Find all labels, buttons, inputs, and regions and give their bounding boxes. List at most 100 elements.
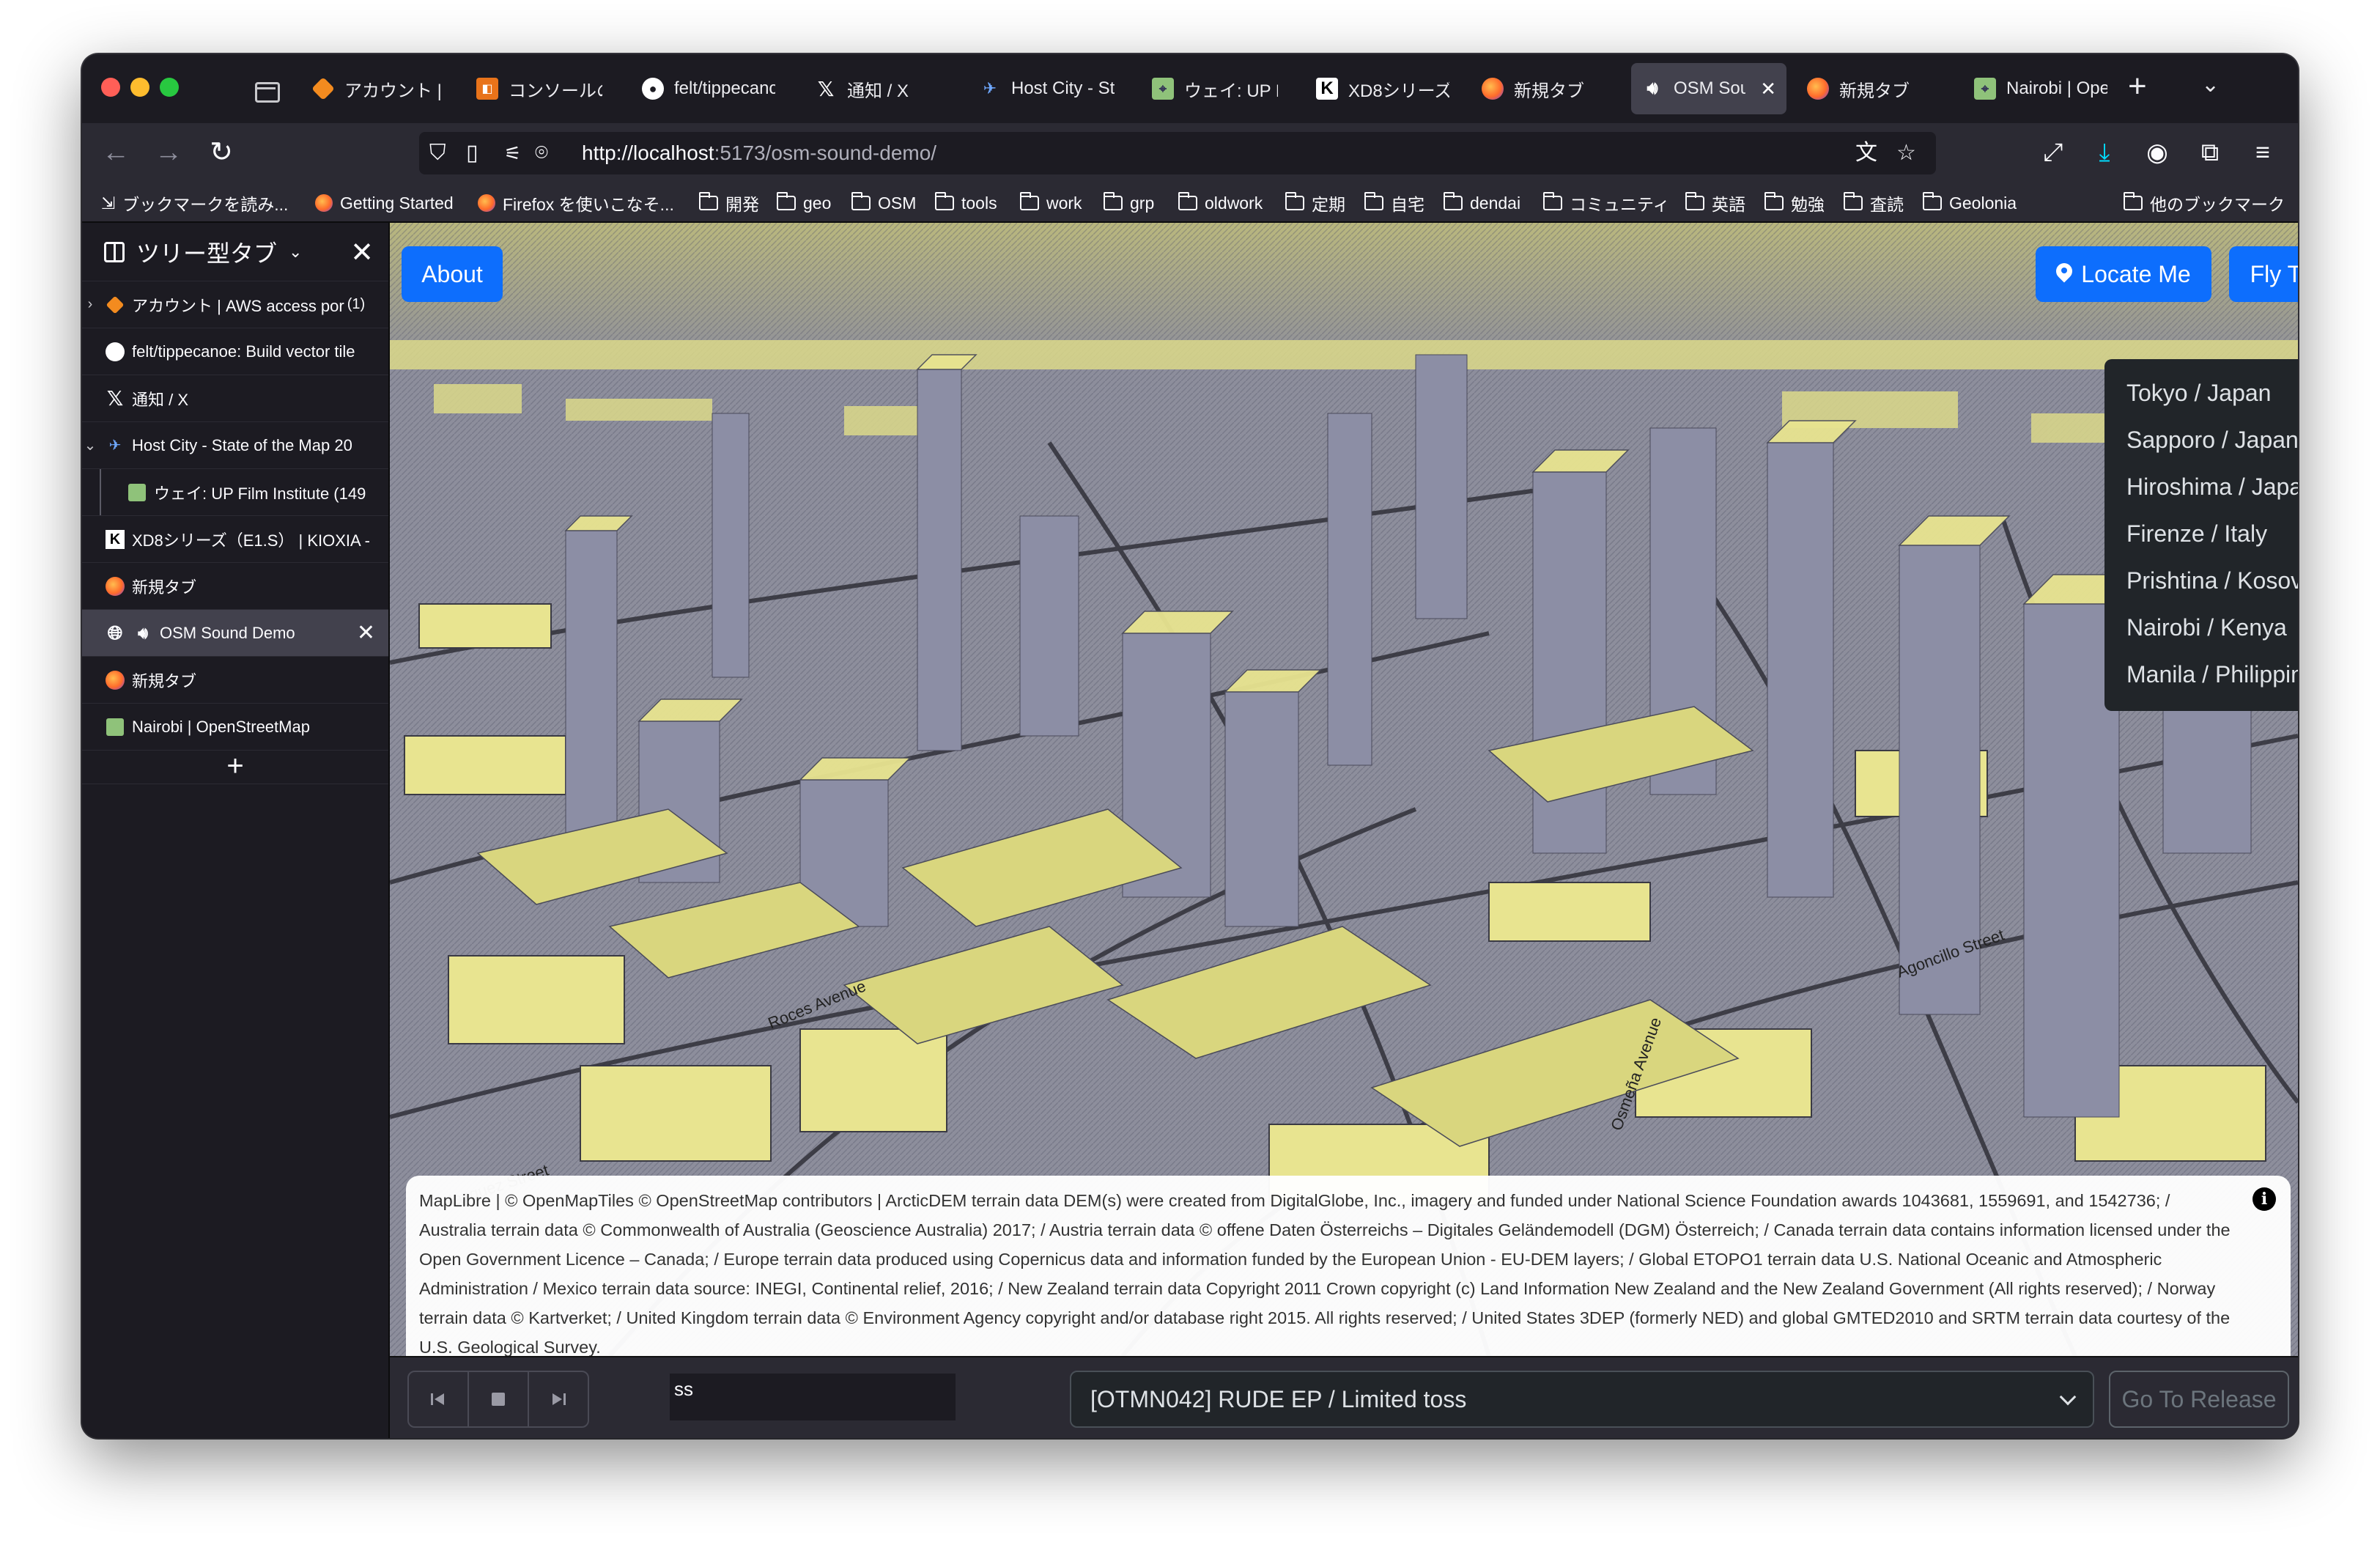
osm-icon: ⌖	[1152, 78, 1174, 100]
info-icon[interactable]: i	[2252, 1187, 2276, 1211]
release-select[interactable]: [OTMN042] RUDE EP / Limited toss	[1070, 1371, 2094, 1428]
browser-tab[interactable]: K XD8シリーズ	[1306, 63, 1460, 114]
bookmark-folder[interactable]: grp	[1103, 191, 1154, 215]
fly-to-dropdown-button[interactable]: Fly To	[2229, 246, 2298, 302]
firefox-icon	[1807, 78, 1829, 100]
bookmark-item[interactable]: ⇲ ブックマークを読み...	[101, 191, 288, 215]
fly-to-option[interactable]: Firenze / Italy	[2104, 510, 2298, 557]
speaker-icon[interactable]: 🔊︎	[132, 622, 154, 644]
tree-tab-item[interactable]: 新規タブ	[82, 657, 388, 704]
tree-tab-item[interactable]: Nairobi | OpenStreetMap	[82, 704, 388, 751]
sidebar-header[interactable]: ツリー型タブ ⌄ ✕	[82, 223, 388, 281]
bookmark-folder[interactable]: 自宅	[1364, 191, 1424, 215]
tree-tab-item[interactable]: ⌄ ✈ Host City - State of the Map 20	[82, 422, 388, 469]
reload-icon[interactable]: ↻	[204, 135, 239, 170]
back-arrow-icon[interactable]: ←	[98, 135, 133, 170]
page-icon[interactable]: ▯	[466, 139, 478, 167]
fly-to-option[interactable]: Prishtina / Kosovo	[2104, 557, 2298, 604]
folder-icon	[1103, 192, 1123, 210]
map-canvas[interactable]: Velasquez Street Osmeña Avenue Agoncillo…	[390, 223, 2298, 1356]
release-select-value: [OTMN042] RUDE EP / Limited toss	[1090, 1386, 1467, 1412]
url-bar[interactable]: ⛉ ▯ ⚟ ⌾ http://localhost:5173/osm-sound-…	[419, 132, 1936, 174]
url-text[interactable]: http://localhost:5173/osm-sound-demo/	[582, 141, 936, 166]
tree-tab-item[interactable]: K XD8シリーズ（E1.S） | KIOXIA -	[82, 516, 388, 563]
bookmark-item[interactable]: Firefox を使いこなそ...	[478, 191, 674, 215]
bookmark-folder[interactable]: 他のブックマーク	[2123, 191, 2285, 215]
browser-tab[interactable]: アカウント | A	[302, 63, 456, 114]
browser-tab[interactable]: 新規タブ	[1471, 63, 1618, 114]
locate-me-button[interactable]: Locate Me	[2036, 246, 2211, 302]
chevron-right-icon[interactable]: ›	[82, 296, 98, 313]
bookmark-folder[interactable]: Geolonia	[1922, 191, 2017, 215]
bookmark-folder[interactable]: 勉強	[1764, 191, 1825, 215]
browser-tab[interactable]: ⌖ Nairobi | Ope	[1964, 63, 2118, 114]
shield-icon[interactable]: ⛉	[429, 139, 446, 167]
bookmark-folder[interactable]: geo	[776, 191, 831, 215]
folder-icon	[1843, 192, 1863, 210]
fly-to-option[interactable]: Hiroshima / Japan	[2104, 463, 2298, 510]
fly-to-option[interactable]: Manila / Philippines	[2104, 651, 2298, 698]
bookmark-folder[interactable]: oldwork	[1178, 191, 1263, 215]
account-avatar-icon[interactable]: ◉	[2140, 135, 2175, 170]
location-pin-icon	[2056, 263, 2072, 285]
browser-tab[interactable]: ◧ コンソールの	[466, 63, 613, 114]
menu-icon[interactable]: ≡	[2245, 135, 2280, 170]
download-icon[interactable]: ⤓	[2087, 135, 2122, 170]
fullscreen-icon[interactable]: ⤢	[2036, 135, 2071, 170]
fly-to-option[interactable]: Tokyo / Japan	[2104, 369, 2298, 416]
bookmark-folder[interactable]: dendai	[1443, 191, 1520, 215]
tree-tabs-sidebar: ツリー型タブ ⌄ ✕ › アカウント | AWS access por (1) …	[82, 223, 390, 1438]
translate-icon[interactable]: 文	[1855, 139, 1877, 167]
bookmark-folder[interactable]: コミュニティ	[1542, 191, 1670, 215]
browser-tab-active[interactable]: 🔊︎ OSM Sour ✕	[1631, 63, 1786, 114]
minimize-window-button[interactable]	[130, 78, 149, 97]
sidebar-icon	[104, 241, 125, 262]
close-window-button[interactable]	[101, 78, 120, 97]
tab-overview-icon[interactable]	[251, 75, 280, 104]
chevron-down-icon[interactable]: ⌄	[289, 243, 302, 262]
close-tab-icon[interactable]: ✕	[357, 620, 375, 646]
bookmark-folder[interactable]: 定期	[1285, 191, 1345, 215]
new-tab-icon[interactable]: +	[2128, 70, 2147, 103]
go-to-release-button[interactable]: Go To Release	[2109, 1371, 2289, 1428]
location-pin-icon[interactable]: ⌾	[535, 139, 548, 167]
firefox-icon	[478, 194, 495, 212]
zoom-window-button[interactable]	[160, 78, 179, 97]
tree-tab-item[interactable]: felt/tippecanoe: Build vector tile	[82, 328, 388, 375]
stop-button[interactable]	[468, 1371, 529, 1428]
tree-tab-item-active[interactable]: 🌐︎ 🔊︎ OSM Sound Demo ✕	[82, 610, 388, 657]
permissions-icon[interactable]: ⚟	[504, 139, 521, 167]
bookmark-folder[interactable]: 開発	[698, 191, 759, 215]
bookmark-folder[interactable]: 英語	[1685, 191, 1745, 215]
browser-tab[interactable]: 新規タブ	[1797, 63, 1951, 114]
tree-tab-item[interactable]: › アカウント | AWS access por (1)	[82, 281, 388, 328]
tree-tab-item[interactable]: 𝕏 通知 / X	[82, 375, 388, 422]
next-button[interactable]	[528, 1371, 589, 1428]
chevron-down-icon[interactable]: ⌄	[82, 436, 98, 454]
tree-tab-item[interactable]: ウェイ: UP Film Institute (149	[82, 469, 388, 516]
bookmark-folder[interactable]: OSM	[851, 191, 916, 215]
browser-tab[interactable]: ✈ Host City - St	[969, 63, 1130, 114]
previous-button[interactable]	[407, 1371, 469, 1428]
close-tab-icon[interactable]: ✕	[1760, 78, 1776, 100]
about-button[interactable]: About	[402, 246, 503, 302]
sidebar-new-tab-button[interactable]: +	[82, 751, 388, 784]
console-icon: ◧	[476, 78, 498, 100]
bookmark-star-icon[interactable]: ☆	[1896, 139, 1916, 167]
close-icon[interactable]: ✕	[350, 236, 374, 269]
speaker-icon[interactable]: 🔊︎	[1641, 78, 1663, 100]
folder-icon	[1443, 192, 1463, 210]
tree-tab-item[interactable]: 新規タブ	[82, 563, 388, 610]
fly-to-option[interactable]: Nairobi / Kenya	[2104, 604, 2298, 651]
browser-tab[interactable]: ⌖ ウェイ: UP Fil	[1142, 63, 1288, 114]
bookmark-item[interactable]: Getting Started	[315, 191, 454, 215]
bookmark-folder[interactable]: 査読	[1843, 191, 1904, 215]
chevron-down-icon[interactable]: ⌄	[2201, 72, 2220, 97]
extensions-icon[interactable]: ⧉	[2192, 135, 2228, 170]
browser-tab[interactable]: 𝕏 通知 / X	[805, 63, 951, 114]
bookmark-folder[interactable]: tools	[934, 191, 997, 215]
bookmark-folder[interactable]: work	[1019, 191, 1082, 215]
fly-to-option[interactable]: Sapporo / Japan	[2104, 416, 2298, 463]
browser-tab[interactable]: ● felt/tippecanc	[632, 63, 786, 114]
forward-arrow-icon[interactable]: →	[151, 135, 186, 170]
